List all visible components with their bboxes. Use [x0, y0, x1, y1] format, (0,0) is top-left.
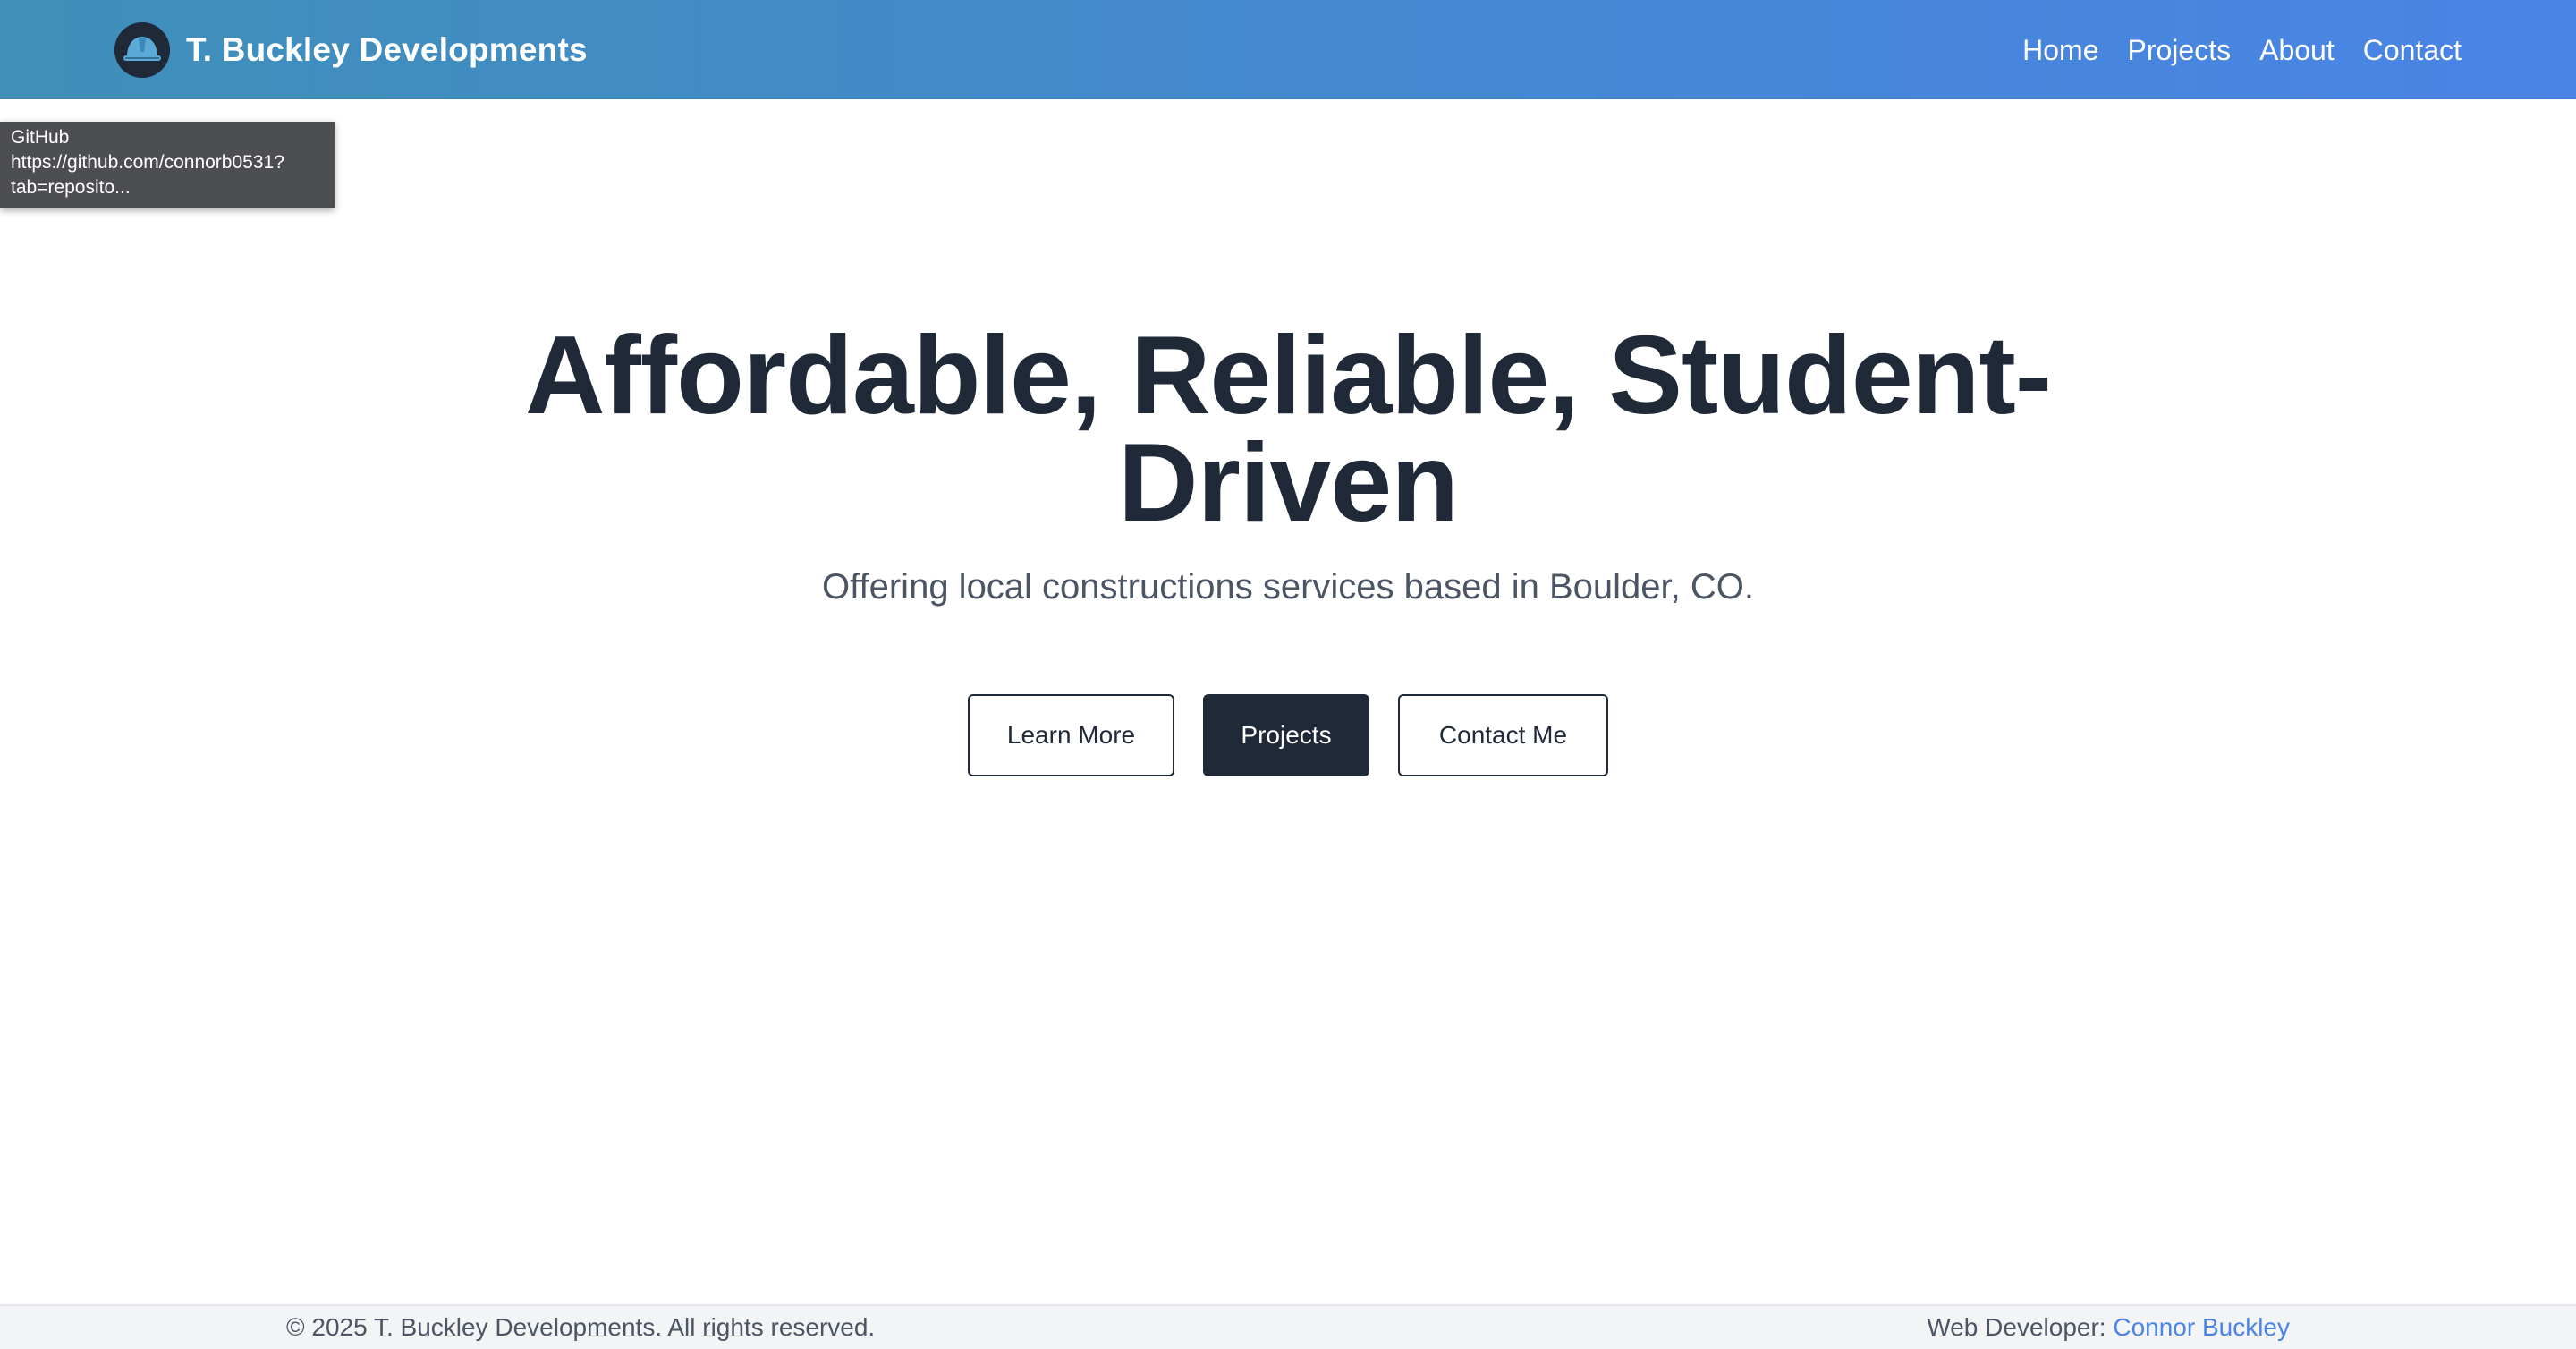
brand-link[interactable]: T. Buckley Developments — [114, 21, 588, 79]
nav-projects[interactable]: Projects — [2128, 34, 2232, 67]
contact-me-button[interactable]: Contact Me — [1398, 694, 1608, 776]
navbar: T. Buckley Developments Home Projects Ab… — [0, 0, 2576, 99]
brand-name: T. Buckley Developments — [186, 31, 588, 68]
nav-about[interactable]: About — [2259, 34, 2334, 67]
footer-copyright: © 2025 T. Buckley Developments. All righ… — [286, 1313, 876, 1341]
hard-hat-icon — [114, 22, 170, 78]
hero-subtitle: Offering local constructions services ba… — [822, 567, 1754, 607]
hero-buttons: Learn More Projects Contact Me — [0, 694, 2576, 776]
hero-title-line2: Driven — [1118, 421, 1459, 545]
projects-button[interactable]: Projects — [1203, 694, 1369, 776]
page: T. Buckley Developments Home Projects Ab… — [0, 0, 2576, 1349]
hero-title: Affordable, Reliable, Student- Driven — [0, 314, 2576, 545]
nav-home[interactable]: Home — [2022, 34, 2098, 67]
footer-developer: Web Developer: Connor Buckley — [1927, 1313, 2290, 1342]
nav-contact[interactable]: Contact — [2363, 34, 2462, 67]
tooltip-url-line2: tab=reposito... — [11, 177, 131, 198]
developer-link[interactable]: Connor Buckley — [2113, 1313, 2290, 1341]
tooltip-url-line1: https://github.com/connorb0531? — [11, 152, 284, 173]
link-tooltip: GitHub https://github.com/connorb0531? t… — [0, 122, 335, 208]
footer: © 2025 T. Buckley Developments. All righ… — [0, 1304, 2576, 1349]
tooltip-title: GitHub — [11, 127, 70, 148]
footer-developer-prefix: Web Developer: — [1927, 1313, 2114, 1341]
learn-more-button[interactable]: Learn More — [968, 694, 1174, 776]
main-nav: Home Projects About Contact — [2022, 27, 2462, 73]
hero-title-line1: Affordable, Reliable, Student- — [524, 314, 2052, 437]
